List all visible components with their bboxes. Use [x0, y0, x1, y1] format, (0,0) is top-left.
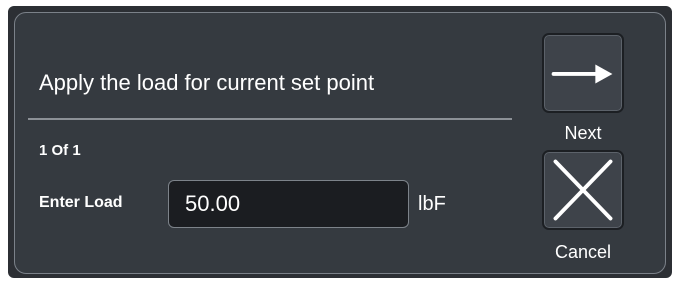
arrow-right-icon [551, 64, 613, 84]
cancel-button[interactable] [542, 150, 624, 230]
next-button-label[interactable]: Next [542, 122, 624, 144]
step-counter: 1 Of 1 [39, 142, 81, 159]
load-unit: lbF [418, 193, 446, 215]
cancel-button-label[interactable]: Cancel [542, 241, 624, 263]
next-button[interactable] [542, 33, 624, 113]
title-divider [28, 118, 512, 120]
load-label: Enter Load [39, 194, 123, 211]
x-icon [553, 159, 613, 221]
dialog-title: Apply the load for current set point [39, 70, 375, 95]
load-input[interactable] [168, 180, 409, 228]
